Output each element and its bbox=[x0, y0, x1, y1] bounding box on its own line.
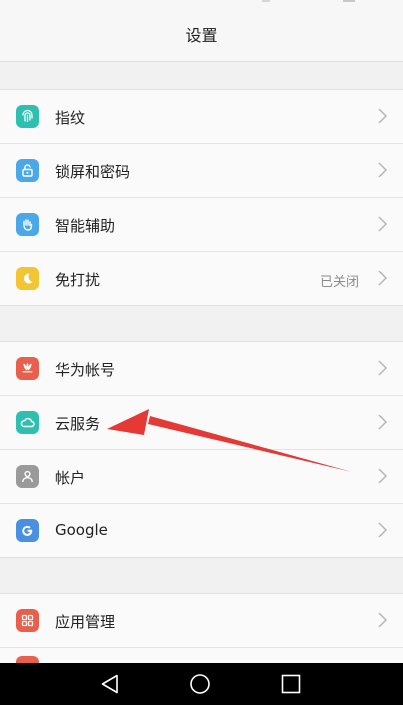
navigation-bar bbox=[0, 663, 403, 705]
back-icon[interactable] bbox=[98, 672, 122, 696]
annotation-arrow bbox=[107, 409, 352, 472]
home-icon[interactable] bbox=[188, 672, 212, 696]
recents-icon[interactable] bbox=[279, 672, 303, 696]
